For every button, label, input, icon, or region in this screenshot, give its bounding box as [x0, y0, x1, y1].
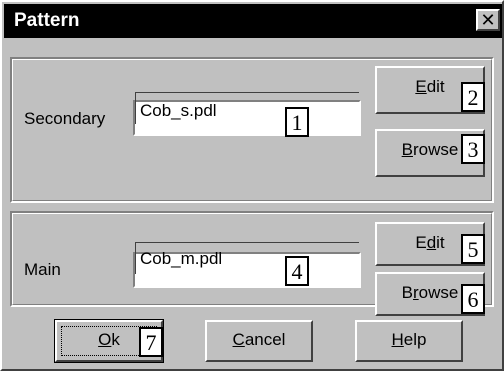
main-input[interactable]: [135, 242, 359, 274]
callout-2: 2: [461, 82, 485, 112]
dialog-title: Pattern: [14, 10, 80, 31]
callout-3: 3: [461, 134, 485, 164]
secondary-label: Secondary: [24, 109, 106, 128]
pattern-dialog: Pattern ✕ Secondary Edit Browse Main Edi…: [0, 0, 504, 371]
secondary-input[interactable]: [135, 92, 359, 124]
main-label: Main: [24, 260, 61, 279]
help-button[interactable]: Help: [355, 320, 463, 362]
close-icon: ✕: [480, 10, 496, 30]
callout-7: 7: [139, 327, 163, 357]
close-button[interactable]: ✕: [476, 9, 500, 31]
callout-6: 6: [461, 284, 485, 314]
cancel-button[interactable]: Cancel: [205, 320, 313, 362]
main-field[interactable]: [133, 242, 361, 288]
callout-1: 1: [285, 107, 309, 137]
secondary-field[interactable]: [133, 92, 361, 136]
callout-4: 4: [285, 256, 309, 286]
callout-5: 5: [461, 234, 485, 264]
title-bar[interactable]: Pattern ✕: [4, 4, 502, 38]
